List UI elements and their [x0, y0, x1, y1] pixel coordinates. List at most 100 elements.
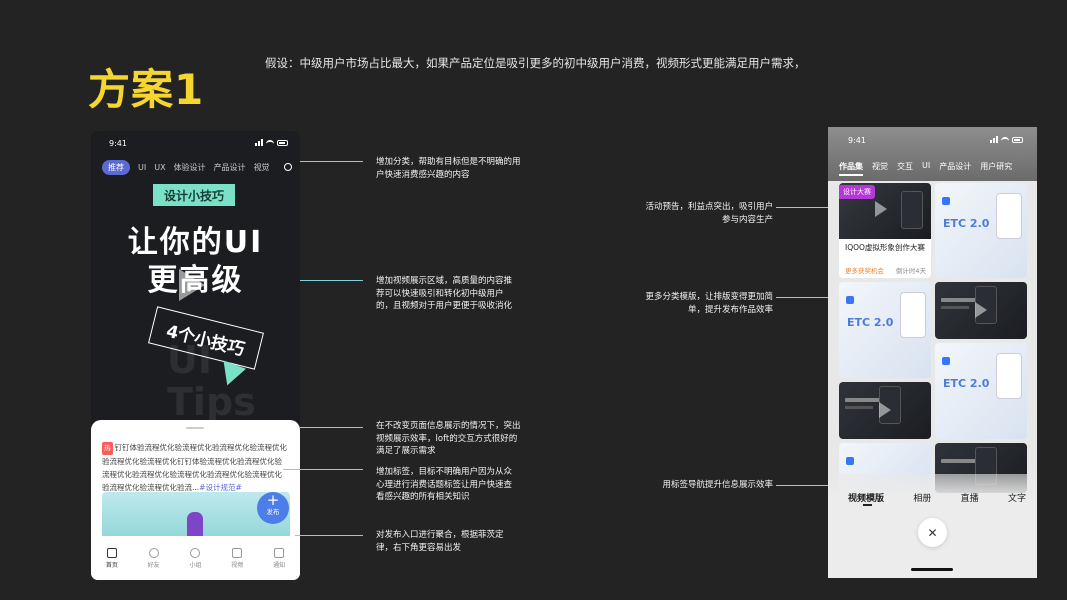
template-title: ETC 2.0 [943, 217, 990, 230]
tab-live[interactable]: 直播 [961, 491, 979, 504]
template-card[interactable]: ETC 2.0 [935, 183, 1027, 278]
template-card[interactable] [839, 382, 931, 439]
description-text: 钉钉体验流程优化验流程优化验流程优化验流程优化验流程优化验流程优化钉钉体验流程优… [102, 443, 287, 492]
tab-friends[interactable]: 好友 [139, 547, 169, 569]
annotation-line [776, 297, 831, 298]
group-icon [190, 547, 201, 558]
status-time: 9:41 [848, 136, 866, 145]
category-tab[interactable]: 交互 [897, 161, 913, 176]
annotation-templates: 更多分类模版，让排版变得更加简单，提升发布作品效率 [645, 292, 773, 315]
status-bar: 9:41 [91, 131, 300, 155]
tab-video-template[interactable]: 视频模版 [848, 491, 884, 504]
play-icon [879, 402, 891, 418]
annotation-video-area: 增加视频展示区域，高质量的内容推荐可以快速吸引和转化初中级用户的，且视频对于用户… [376, 276, 513, 311]
category-tab[interactable]: 产品设计 [939, 161, 971, 176]
hero-tag: 设计小技巧 [153, 184, 235, 206]
publish-button[interactable]: + 发布 [257, 492, 289, 524]
person-icon [148, 547, 159, 558]
template-title: ETC 2.0 [943, 377, 990, 390]
annotation-line [776, 485, 831, 486]
text-placeholder [941, 306, 969, 309]
category-tab[interactable]: 产品设计 [214, 162, 246, 173]
annotation-event: 活动预告，利益点突出，吸引用户参与内容生产 [645, 202, 773, 225]
phone-preview [901, 191, 923, 229]
tab-label: 视频 [231, 561, 244, 569]
text-placeholder [941, 298, 977, 302]
annotation-loft: 在不改变页面信息展示的情况下，突出视频展示效率，loft的交互方式很好的满足了展… [376, 421, 521, 456]
close-icon: ✕ [927, 525, 938, 540]
app-logo-icon [942, 197, 950, 205]
app-logo-icon [846, 296, 854, 304]
tab-album[interactable]: 相册 [913, 491, 931, 504]
signal-icon [990, 136, 998, 143]
topic-tag-link[interactable]: #设计规范# [199, 483, 242, 492]
wifi-icon [1001, 136, 1009, 143]
text-placeholder [845, 398, 881, 402]
template-card[interactable] [935, 282, 1027, 339]
category-tab-portfolio[interactable]: 作品集 [839, 161, 863, 176]
category-tab[interactable]: 视觉 [254, 162, 270, 173]
event-card[interactable]: 设计大赛 IQOO虚拟形象创作大赛 更多获奖机会 倒计时4天 [839, 183, 931, 278]
category-tab[interactable]: UI [138, 163, 146, 172]
tab-label: 首页 [105, 561, 118, 569]
annotation-line [776, 207, 831, 208]
battery-icon [1012, 136, 1023, 143]
annotation-line [295, 535, 363, 536]
category-tab[interactable]: 视觉 [872, 161, 888, 176]
home-icon [106, 547, 117, 558]
phone-preview [900, 292, 926, 338]
tab-indicator [863, 504, 872, 506]
hot-badge: 热 [102, 442, 113, 455]
top-bar: 9:41 作品集 视觉 交互 UI 产品设计 用户研究 [828, 127, 1037, 181]
bottom-tab-bar: 首页 好友 小组 视频 通知 [91, 536, 300, 580]
home-indicator [911, 568, 953, 571]
category-tab[interactable]: 用户研究 [980, 161, 1012, 176]
category-tab[interactable]: 体验设计 [174, 162, 206, 173]
video-icon [232, 547, 243, 558]
tab-label: 通知 [273, 561, 286, 569]
event-badge: 设计大赛 [839, 185, 875, 199]
tab-notify[interactable]: 通知 [264, 547, 294, 569]
template-card[interactable]: ETC 2.0 [839, 282, 931, 378]
category-tab[interactable]: UI [922, 161, 930, 176]
phone-preview [996, 353, 1022, 399]
publish-type-tabs: 视频模版 相册 直播 文字 [848, 491, 1026, 504]
video-hero[interactable]: UI Tips 设计小技巧 让你的UI 更高级 4个小技巧 [91, 179, 300, 429]
publish-panel: 视频模版 相册 直播 文字 ✕ [828, 474, 1037, 578]
hypothesis-text: 假设：中级用户市场占比最大，如果产品定位是吸引更多的初中级用户消费，视频形式更能… [265, 56, 806, 70]
signal-icon [255, 139, 263, 146]
text-placeholder [941, 459, 977, 463]
annotation-line [300, 427, 363, 428]
app-logo-icon [846, 457, 854, 465]
tab-label: 小组 [189, 561, 202, 569]
annotation-tags: 增加标签，目标不明确用户因为从众心理进行消费话题标签让用户快速查看感兴趣的所有相… [376, 467, 513, 502]
category-tab-recommend[interactable]: 推荐 [102, 159, 130, 175]
tab-text[interactable]: 文字 [1008, 491, 1026, 504]
close-button[interactable]: ✕ [918, 518, 947, 547]
play-icon [975, 302, 987, 318]
tab-label: 好友 [147, 561, 160, 569]
status-time: 9:41 [109, 139, 127, 148]
category-nav: 推荐 UI UX 体验设计 产品设计 视觉 [102, 159, 292, 175]
page-title: 方案1 [88, 65, 205, 114]
annotation-categories: 增加分类，帮助有目标但是不明确的用户快速消费感兴趣的内容 [376, 157, 521, 180]
event-title: IQOO虚拟形象创作大赛 [845, 243, 925, 252]
text-placeholder [845, 406, 873, 409]
play-icon [875, 201, 887, 217]
post-description: 热钉钉体验流程优化验流程优化验流程优化验流程优化验流程优化验流程优化钉钉体验流程… [102, 441, 288, 494]
annotation-tab-nav: 用标签导航提升信息展示效率 [662, 480, 773, 490]
search-icon[interactable] [284, 163, 292, 171]
tab-group[interactable]: 小组 [180, 547, 210, 569]
bell-icon [274, 547, 285, 558]
tab-home[interactable]: 首页 [97, 547, 127, 569]
annotation-line [300, 280, 363, 281]
category-tab[interactable]: UX [154, 163, 165, 172]
play-icon[interactable] [179, 269, 205, 301]
tab-video[interactable]: 视频 [222, 547, 252, 569]
event-subtitle: 更多获奖机会 [845, 267, 884, 275]
drag-handle[interactable] [186, 427, 204, 429]
phone-preview [996, 193, 1022, 239]
battery-icon [277, 139, 288, 146]
template-card[interactable]: ETC 2.0 [935, 343, 1027, 439]
publish-label: 发布 [266, 508, 280, 516]
